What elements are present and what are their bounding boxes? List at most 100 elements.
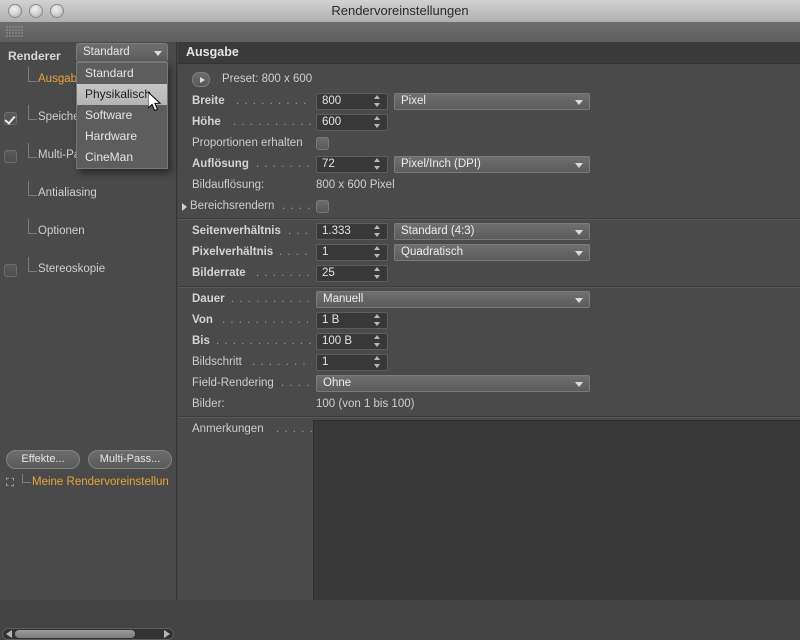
- dauer-select[interactable]: Manuell: [316, 291, 590, 308]
- title-bar: Rendervoreinstellungen: [0, 0, 800, 23]
- renderer-label: Renderer: [8, 49, 61, 63]
- drag-grip-icon[interactable]: [6, 26, 24, 38]
- dot-leader: . . . . . .: [281, 377, 313, 389]
- bilderrate-label: Bilderrate: [192, 267, 246, 279]
- scroll-right-arrow-icon[interactable]: [164, 630, 170, 638]
- chevron-down-icon: [575, 163, 583, 168]
- dot-leader: . . . . . . . . . . . . . .: [231, 293, 311, 305]
- tree-row-stereoskopie[interactable]: Stereoskopie: [0, 257, 177, 281]
- preset-item-label: Meine Rendervoreinstellun: [32, 476, 169, 488]
- pixelverhaeltnis-label: Pixelverhältnis: [192, 246, 274, 258]
- renderer-dropdown-menu[interactable]: Standard Physikalisch Software Hardware …: [76, 62, 168, 169]
- row-aufloesung: Auflösung . . . . . . . . . 72 Pixel/Inc…: [178, 155, 800, 176]
- dot-leader: . . . . . . . . . . . . . . . .: [222, 314, 312, 326]
- bis-label: Bis: [192, 335, 210, 347]
- anmerkungen-textarea[interactable]: [313, 420, 800, 600]
- menu-item-hardware[interactable]: Hardware: [77, 126, 167, 147]
- section-header-ausgabe: Ausgabe: [178, 42, 800, 64]
- bildaufloesung-value: 800 x 600 Pixel: [316, 179, 395, 191]
- dot-leader: . . . . . . . . . .: [252, 356, 312, 368]
- tree-item-label: Optionen: [38, 225, 85, 237]
- preset-node-icon: ⛶: [6, 477, 14, 489]
- tree-checkbox-stereoskopie[interactable]: [4, 264, 17, 277]
- pixelverhaeltnis-preset-select[interactable]: Quadratisch: [394, 244, 590, 261]
- tree-branch-icon: [28, 181, 37, 196]
- chevron-down-icon: [575, 230, 583, 235]
- tree-branch-icon: [28, 219, 37, 234]
- bildschritt-stepper[interactable]: [374, 356, 381, 368]
- von-label: Von: [192, 314, 213, 326]
- notes-label-column: Anmerkungen . . . . . . .: [178, 420, 313, 600]
- dot-leader: . . . . . . . . . . . . . . . . .: [216, 335, 312, 347]
- bereichsrendern-checkbox[interactable]: [316, 200, 329, 213]
- horizontal-scrollbar[interactable]: [2, 628, 174, 640]
- seitenverhaeltnis-preset-select[interactable]: Standard (4:3): [394, 223, 590, 240]
- breite-unit-select[interactable]: Pixel: [394, 93, 590, 110]
- renderer-select[interactable]: Standard: [76, 43, 168, 62]
- disclosure-triangle-icon[interactable]: [182, 203, 187, 211]
- tree-row-optionen[interactable]: Optionen: [0, 219, 177, 243]
- preset-tree-row[interactable]: ⛶ Meine Rendervoreinstellun: [0, 474, 177, 494]
- preset-label: Preset: 800 x 600: [222, 73, 313, 85]
- bilder-value: 100 (von 1 bis 100): [316, 398, 415, 410]
- pixelverhaeltnis-stepper[interactable]: [374, 246, 381, 258]
- scrollbar-thumb[interactable]: [15, 630, 135, 638]
- bilderrate-stepper[interactable]: [374, 267, 381, 279]
- row-dauer: Dauer . . . . . . . . . . . . . . Manuel…: [178, 290, 800, 311]
- row-proportionen: Proportionen erhalten: [178, 134, 800, 155]
- output-settings-panel: Ausgabe Preset: 800 x 600 Breite . . . .…: [178, 42, 800, 600]
- dot-leader: . . . .: [288, 225, 314, 237]
- effekte-button[interactable]: Effekte...: [6, 450, 80, 469]
- multi-pass-button[interactable]: Multi-Pass...: [88, 450, 172, 469]
- row-seitenverhaeltnis: Seitenverhältnis . . . . 1.333 Standard …: [178, 222, 800, 243]
- chevron-down-icon: [154, 51, 162, 56]
- row-breite: Breite . . . . . . . . . . . . . 800 Pix…: [178, 92, 800, 113]
- dot-leader: . . . . . . . . . . . . . .: [233, 116, 311, 128]
- chevron-down-icon: [575, 251, 583, 256]
- bis-stepper[interactable]: [374, 335, 381, 347]
- separator: [178, 416, 800, 418]
- menu-item-standard[interactable]: Standard: [77, 63, 167, 84]
- bildschritt-label: Bildschritt: [192, 356, 242, 368]
- aufloesung-label: Auflösung: [192, 158, 249, 170]
- proportionen-label: Proportionen erhalten: [192, 137, 303, 149]
- tree-row-antialiasing[interactable]: Antialiasing: [0, 181, 177, 205]
- field-rendering-select[interactable]: Ohne: [316, 375, 590, 392]
- chevron-down-icon: [575, 298, 583, 303]
- tree-item-label: Stereoskopie: [38, 263, 106, 275]
- aufloesung-stepper[interactable]: [374, 158, 381, 170]
- tree-branch-icon: [28, 105, 37, 120]
- tree-checkbox-multipass[interactable]: [4, 150, 17, 163]
- left-panel-buttons: Effekte... Multi-Pass...: [0, 450, 177, 472]
- row-hoehe: Höhe . . . . . . . . . . . . . . 600: [178, 113, 800, 134]
- row-bereichsrendern[interactable]: Bereichsrendern . . . . . .: [178, 197, 800, 218]
- row-pixelverhaeltnis: Pixelverhältnis . . . . . 1 Quadratisch: [178, 243, 800, 264]
- dot-leader: . . . . .: [279, 246, 313, 258]
- preset-expand-button[interactable]: [192, 72, 210, 87]
- dauer-label: Dauer: [192, 293, 225, 305]
- dot-leader: . . . . . . . . . . . . .: [236, 95, 310, 107]
- tree-branch-icon: [28, 67, 37, 82]
- window-title: Rendervoreinstellungen: [331, 3, 469, 18]
- bereichsrendern-label: Bereichsrendern: [190, 200, 275, 212]
- scroll-left-arrow-icon[interactable]: [6, 630, 12, 638]
- menu-item-cineman[interactable]: CineMan: [77, 147, 167, 168]
- row-bildaufloesung: Bildauflösung: 800 x 600 Pixel: [178, 176, 800, 197]
- breite-stepper[interactable]: [374, 95, 381, 107]
- row-bilderrate: Bilderrate . . . . . . . . . . 25: [178, 264, 800, 285]
- von-stepper[interactable]: [374, 314, 381, 326]
- hoehe-label: Höhe: [192, 116, 221, 128]
- row-von: Von . . . . . . . . . . . . . . . . 1 B: [178, 311, 800, 332]
- proportionen-checkbox[interactable]: [316, 137, 329, 150]
- tree-item-label: Antialiasing: [38, 187, 97, 199]
- seitenverhaeltnis-stepper[interactable]: [374, 225, 381, 237]
- aufloesung-unit-select[interactable]: Pixel/Inch (DPI): [394, 156, 590, 173]
- dot-leader: . . . . . . . . . .: [256, 267, 314, 279]
- row-bis: Bis . . . . . . . . . . . . . . . . . 10…: [178, 332, 800, 353]
- hoehe-stepper[interactable]: [374, 116, 381, 128]
- tree-checkbox-speichern[interactable]: [4, 112, 17, 125]
- seitenverhaeltnis-label: Seitenverhältnis: [192, 225, 281, 237]
- section-title: Ausgabe: [186, 45, 239, 59]
- toolbar-strip: [0, 22, 800, 43]
- render-settings-window: Rendervoreinstellungen Renderer Ausgabe …: [0, 0, 800, 640]
